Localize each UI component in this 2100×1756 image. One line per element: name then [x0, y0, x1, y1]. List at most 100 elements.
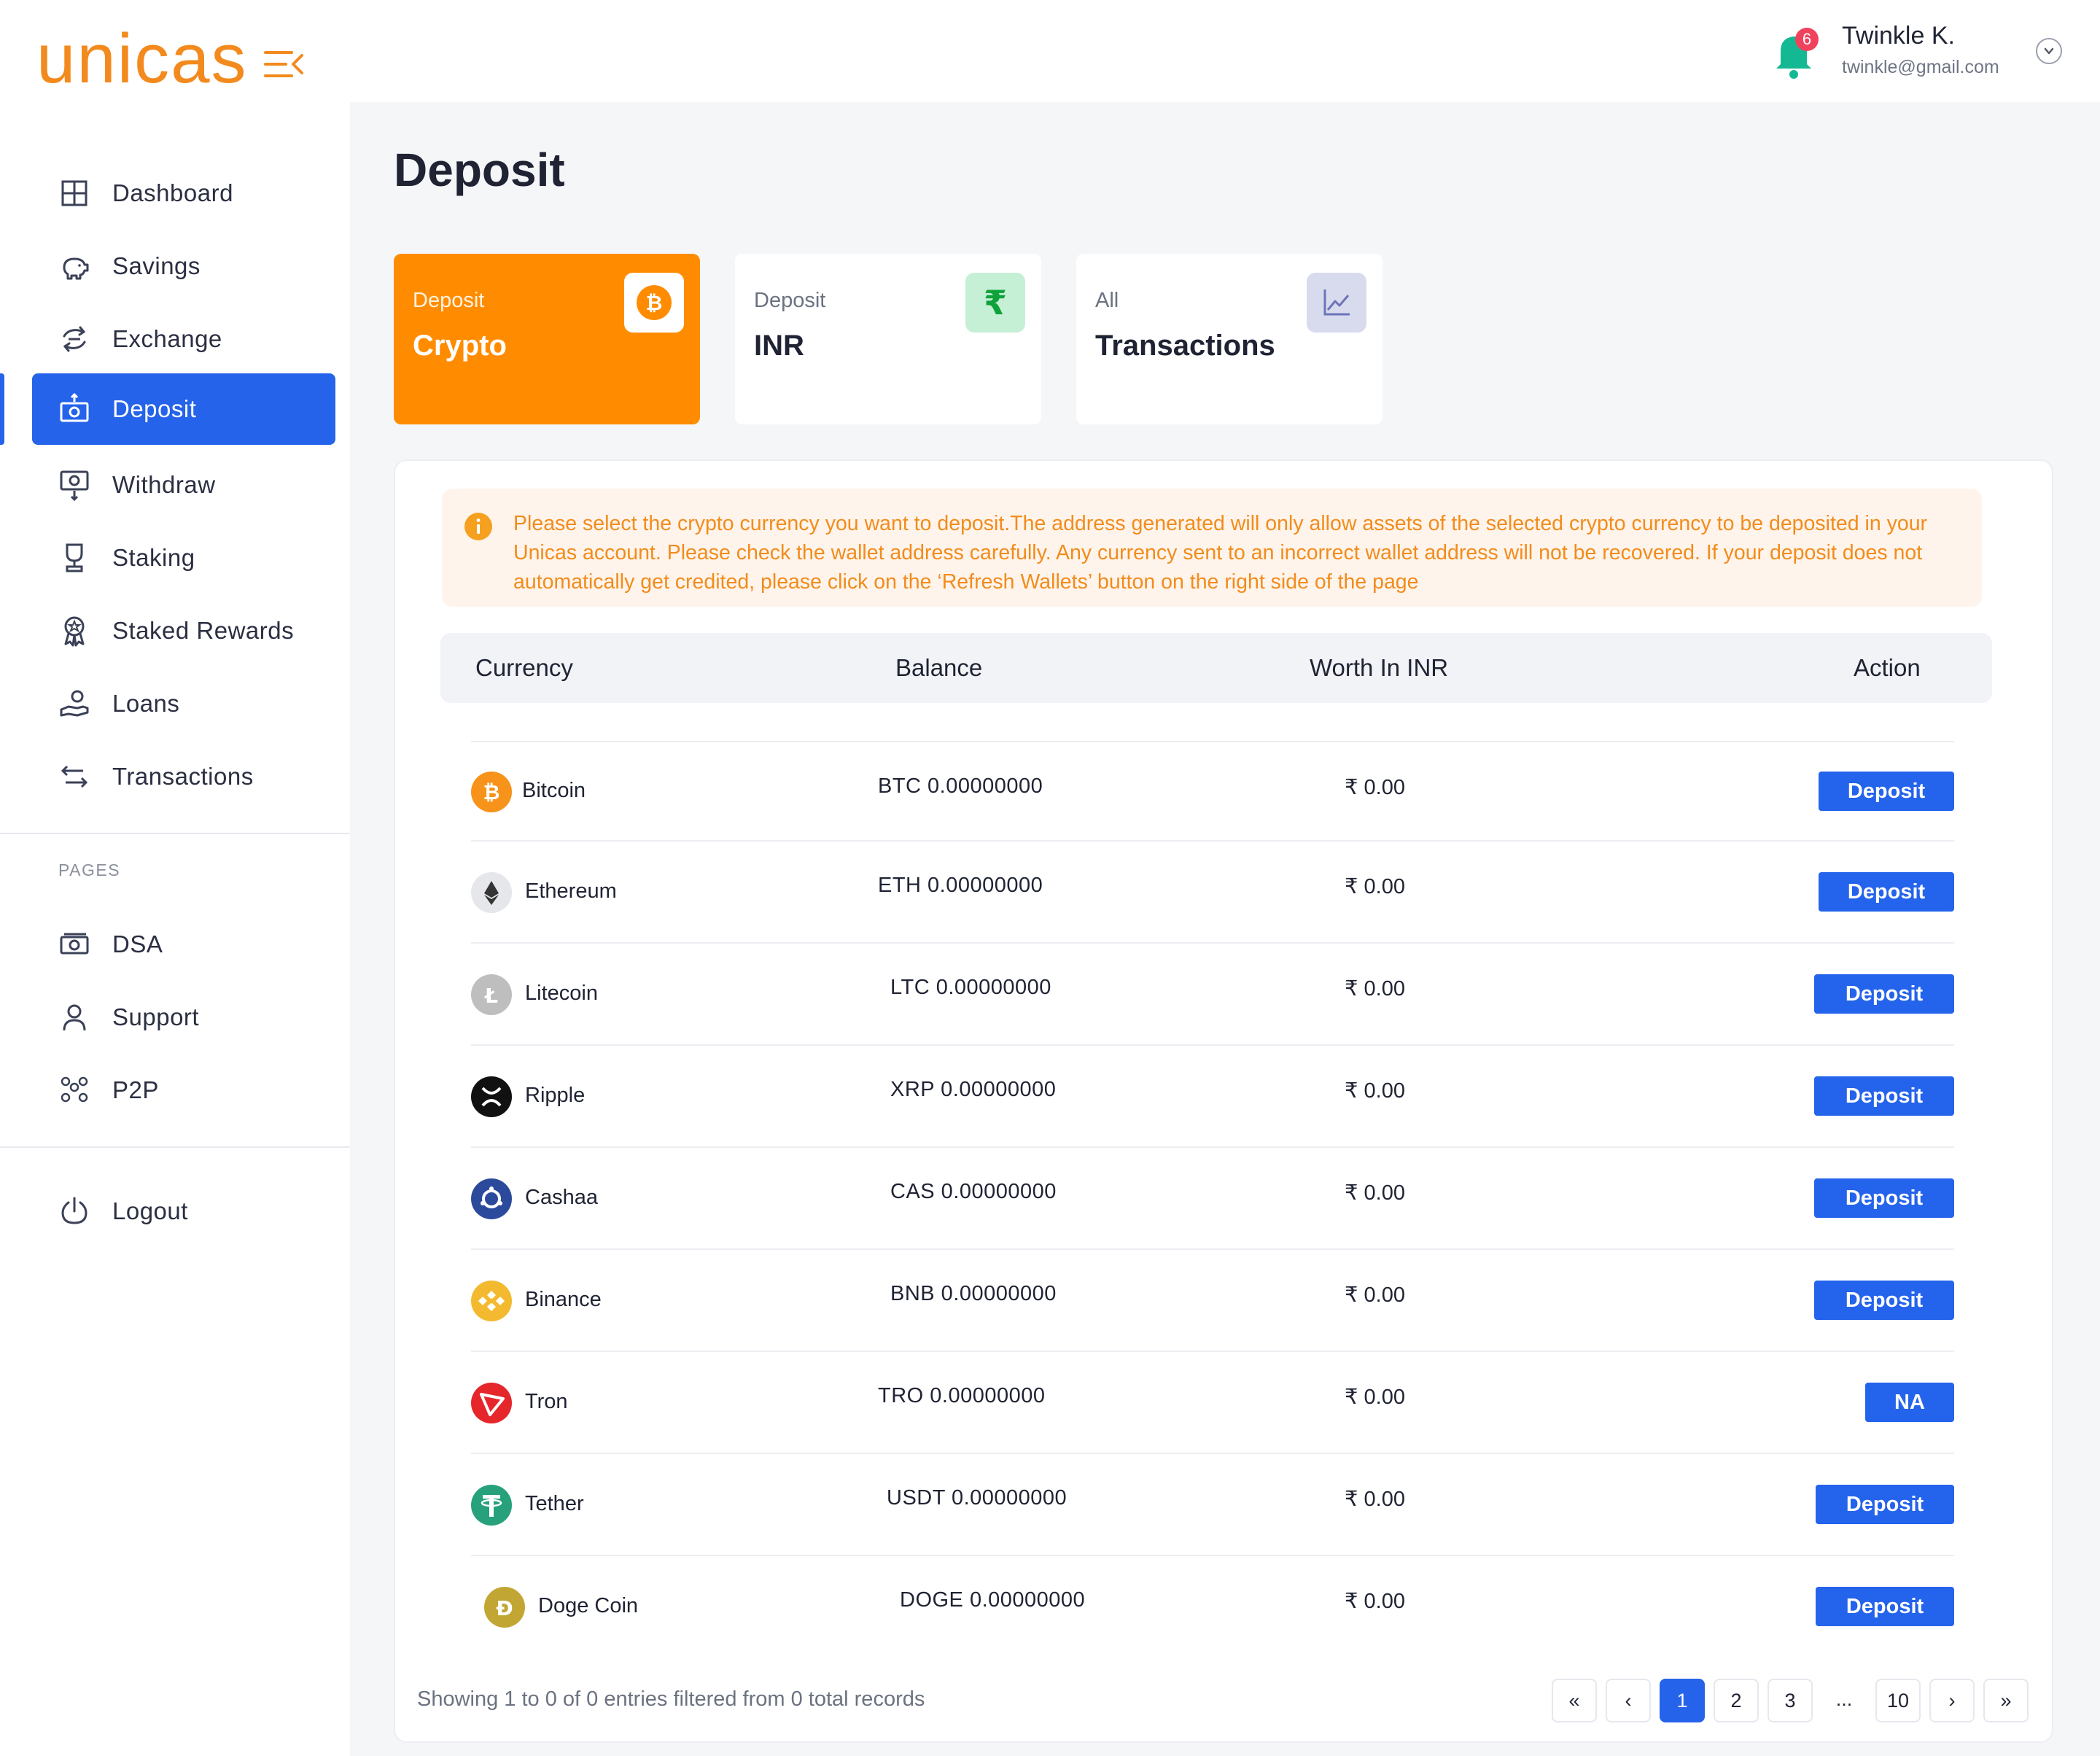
arrows-icon: [58, 761, 90, 793]
table-row: Tether USDT 0.00000000 ₹ 0.00 Deposit: [471, 1453, 1954, 1556]
currency-worth-inr: ₹ 0.00: [1345, 1283, 1405, 1307]
prev-page-button[interactable]: ‹: [1606, 1679, 1651, 1722]
grid-icon: [58, 177, 90, 209]
chart-icon: [1307, 273, 1366, 333]
currency-worth-inr: ₹ 0.00: [1345, 1181, 1405, 1205]
cashaa-icon: [471, 1178, 512, 1219]
sidebar-item-staking[interactable]: Staking: [32, 522, 335, 594]
user-email: twinkle@gmail.com: [1842, 57, 1999, 77]
table-row: Ł Litecoin LTC 0.00000000 ₹ 0.00 Deposit: [471, 942, 1954, 1046]
exchange-icon: [58, 323, 90, 355]
svg-text:Đ: Đ: [496, 1596, 513, 1620]
sidebar-item-transactions[interactable]: Transactions: [32, 741, 335, 812]
table-row: Đ Doge Coin DOGE 0.00000000 ₹ 0.00 Depos…: [471, 1555, 1954, 1658]
sidebar-item-label: Savings: [112, 252, 201, 279]
hand-coin-icon: [58, 688, 90, 720]
deposit-button[interactable]: Deposit: [1816, 1587, 1954, 1626]
deposit-button[interactable]: Deposit: [1819, 772, 1954, 811]
currency-name: Tron: [525, 1390, 568, 1413]
sidebar-item-dashboard[interactable]: Dashboard: [32, 158, 335, 229]
user-name[interactable]: Twinkle K.: [1842, 22, 1955, 50]
last-page-button[interactable]: »: [1983, 1679, 2029, 1722]
tab-all-transactions[interactable]: All Transactions: [1076, 254, 1382, 424]
sidebar-item-label: P2P: [112, 1076, 159, 1103]
currency-balance: ETH 0.00000000: [878, 874, 1043, 897]
sidebar-item-label: Logout: [112, 1197, 188, 1224]
sidebar-item-p2p[interactable]: P2P: [32, 1054, 335, 1126]
page-button-3[interactable]: 3: [1768, 1679, 1813, 1722]
deposit-button[interactable]: Deposit: [1814, 1076, 1954, 1116]
sidebar-item-logout[interactable]: Logout: [32, 1176, 335, 1247]
next-page-button[interactable]: ›: [1929, 1679, 1975, 1722]
sidebar-item-exchange[interactable]: Exchange: [32, 303, 335, 375]
currency-balance: TRO 0.00000000: [878, 1384, 1046, 1407]
ethereum-icon: [471, 872, 512, 913]
tab-sub-label: Deposit: [413, 289, 485, 312]
currency-name: Cashaa: [525, 1186, 598, 1209]
sidebar-item-withdraw[interactable]: Withdraw: [32, 449, 335, 521]
sidebar-item-dsa[interactable]: DSA: [32, 909, 335, 980]
sidebar-item-loans[interactable]: Loans: [32, 668, 335, 739]
table-row: Ethereum ETH 0.00000000 ₹ 0.00 Deposit: [471, 840, 1954, 944]
info-icon: [464, 512, 493, 541]
binance-icon: [471, 1281, 512, 1321]
currency-name: Bitcoin: [522, 779, 586, 802]
first-page-button[interactable]: «: [1552, 1679, 1597, 1722]
sidebar-item-staked-rewards[interactable]: Staked Rewards: [32, 595, 335, 667]
page-button-2[interactable]: 2: [1714, 1679, 1759, 1722]
column-worth-inr: Worth In INR: [1310, 654, 1449, 681]
page-button-1[interactable]: 1: [1660, 1679, 1705, 1722]
tron-icon: [471, 1383, 512, 1423]
sidebar-divider: [0, 833, 350, 834]
currency-worth-inr: ₹ 0.00: [1345, 1079, 1405, 1103]
svg-text:Ł: Ł: [483, 984, 498, 1008]
notice-text: Please select the crypto currency you wa…: [513, 512, 1928, 594]
deposit-button[interactable]: Deposit: [1816, 1485, 1954, 1524]
tab-label: Crypto: [413, 330, 507, 362]
sidebar-item-savings[interactable]: Savings: [32, 230, 335, 302]
currency-name: Ripple: [525, 1084, 586, 1107]
brand-logo[interactable]: unicas: [36, 24, 248, 94]
currency-balance: CAS 0.00000000: [890, 1180, 1057, 1203]
table-header: Currency Balance Worth In INR Action: [440, 633, 1992, 703]
notification-count-badge: 6: [1795, 28, 1819, 51]
tab-sub-label: All: [1095, 289, 1119, 312]
pages-section-label: PAGES: [58, 860, 121, 879]
litecoin-icon: Ł: [471, 974, 512, 1015]
table-row: Cashaa CAS 0.00000000 ₹ 0.00 Deposit: [471, 1146, 1954, 1250]
bitcoin-icon: ₿: [471, 772, 512, 812]
sidebar-item-label: Dashboard: [112, 179, 233, 206]
currency-name: Binance: [525, 1288, 602, 1311]
tab-deposit-inr[interactable]: Deposit INR ₹: [735, 254, 1041, 424]
bitcoin-icon: ₿: [624, 273, 684, 333]
currency-balance: USDT 0.00000000: [887, 1486, 1068, 1510]
cash-icon: [58, 928, 90, 960]
currency-worth-inr: ₹ 0.00: [1345, 776, 1405, 799]
tab-deposit-crypto[interactable]: Deposit Crypto ₿: [394, 254, 700, 424]
svg-text:₿: ₿: [483, 780, 500, 804]
deposit-button[interactable]: Deposit: [1819, 872, 1954, 912]
table-row: Binance BNB 0.00000000 ₹ 0.00 Deposit: [471, 1248, 1954, 1352]
people-icon: [58, 1074, 90, 1106]
sidebar-item-support[interactable]: Support: [32, 982, 335, 1053]
currency-name: Tether: [525, 1492, 584, 1515]
user-menu-chevron-down-icon[interactable]: [2036, 38, 2062, 64]
menu-toggle-icon[interactable]: [264, 50, 303, 79]
page-button-10[interactable]: 10: [1875, 1679, 1921, 1722]
deposit-button[interactable]: Deposit: [1814, 1178, 1954, 1218]
currency-balance: XRP 0.00000000: [890, 1078, 1057, 1101]
tether-icon: [471, 1485, 512, 1526]
sidebar-item-label: Staked Rewards: [112, 617, 295, 644]
piggy-bank-icon: [58, 250, 90, 282]
doge-icon: Đ: [484, 1587, 525, 1628]
currency-worth-inr: ₹ 0.00: [1345, 1386, 1405, 1409]
sidebar-item-deposit[interactable]: Deposit: [32, 373, 335, 445]
currency-balance: BNB 0.00000000: [890, 1282, 1057, 1305]
na-button[interactable]: NA: [1865, 1383, 1954, 1422]
deposit-button[interactable]: Deposit: [1814, 1281, 1954, 1320]
table-row: ₿ Bitcoin BTC 0.00000000 ₹ 0.00 Deposit: [471, 741, 1954, 844]
deposit-notice: Please select the crypto currency you wa…: [442, 489, 1982, 607]
deposit-button[interactable]: Deposit: [1814, 974, 1954, 1014]
tab-label: INR: [754, 330, 804, 362]
sidebar-item-label: Transactions: [112, 763, 254, 790]
